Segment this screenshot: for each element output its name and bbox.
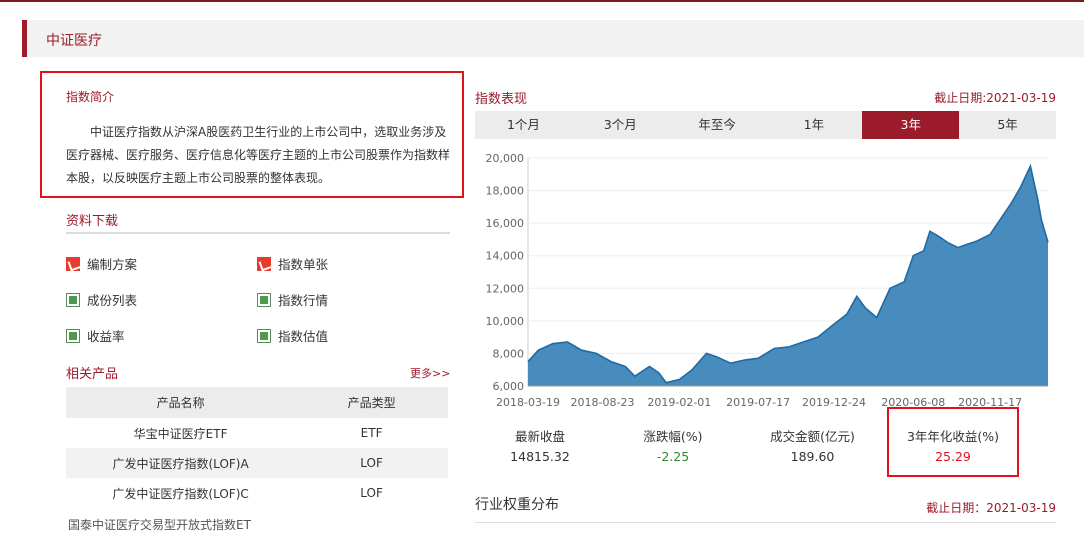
page-title: 中证医疗 bbox=[46, 33, 102, 49]
header-accent-bar bbox=[22, 20, 27, 57]
intro-text: 中证医疗指数从沪深A股医药卫生行业的上市公司中，选取业务涉及医疗器械、医疗服务、… bbox=[66, 125, 451, 185]
y-tick-label: 16,000 bbox=[486, 217, 525, 230]
y-tick-label: 14,000 bbox=[486, 250, 525, 263]
y-tick-label: 6,000 bbox=[493, 380, 525, 393]
y-tick-label: 10,000 bbox=[486, 315, 525, 328]
y-tick-label: 8,000 bbox=[493, 347, 525, 360]
stat-latest-close: 最新收盘 14815.32 bbox=[500, 426, 580, 464]
weights-as-of-date: 截止日期：2021-03-19 bbox=[926, 501, 1056, 515]
pdf-icon bbox=[257, 256, 271, 271]
table-row[interactable]: 广发中证医疗指数(LOF)C LOF bbox=[66, 478, 448, 508]
intro-heading: 指数简介 bbox=[66, 90, 115, 104]
excel-icon bbox=[66, 292, 80, 307]
more-products-link[interactable]: 更多>> bbox=[410, 365, 450, 381]
x-tick-label: 2019-07-17 bbox=[726, 396, 790, 409]
excel-icon bbox=[257, 292, 271, 307]
excel-icon bbox=[66, 328, 80, 343]
y-tick-label: 20,000 bbox=[486, 152, 525, 165]
download-label: 收益率 bbox=[87, 329, 125, 344]
top-border bbox=[0, 0, 1084, 2]
index-performance-chart: 6,000 8,000 10,000 12,000 14,000 16,000 18,000… bbox=[486, 152, 1049, 409]
stat-value: 189.60 bbox=[790, 449, 835, 464]
downloads-divider bbox=[66, 232, 450, 234]
tab-3-years[interactable]: 3年 bbox=[862, 111, 960, 139]
download-index-sheet[interactable]: 指数单张 bbox=[257, 254, 328, 273]
y-tick-label: 18,000 bbox=[486, 185, 525, 198]
tab-1-month[interactable]: 1个月 bbox=[475, 111, 572, 139]
product-name[interactable]: 广发中证医疗指数(LOF)C bbox=[66, 478, 295, 508]
pdf-icon bbox=[66, 256, 80, 271]
product-name[interactable]: 华宝中证医疗ETF bbox=[66, 418, 295, 448]
stat-label: 成交金额(亿元) bbox=[770, 429, 855, 444]
stat-value: 14815.32 bbox=[510, 449, 570, 464]
tab-ytd[interactable]: 年至今 bbox=[669, 111, 766, 139]
weights-divider bbox=[475, 522, 1056, 523]
download-label: 指数估值 bbox=[278, 329, 329, 344]
product-type: LOF bbox=[360, 486, 383, 500]
x-tick-label: 2019-12-24 bbox=[802, 396, 866, 409]
column-header-type: 产品类型 bbox=[295, 387, 448, 418]
page-header: 中证医疗 bbox=[22, 20, 1084, 57]
table-row[interactable]: 广发中证医疗指数(LOF)A LOF bbox=[66, 448, 448, 478]
stat-label: 涨跌幅(%) bbox=[643, 429, 703, 444]
download-compile-plan[interactable]: 编制方案 bbox=[66, 254, 137, 273]
downloads-heading: 资料下载 bbox=[66, 214, 119, 229]
stat-label: 最新收盘 bbox=[514, 429, 565, 444]
download-returns[interactable]: 收益率 bbox=[66, 326, 125, 345]
highlight-box bbox=[887, 407, 1019, 477]
product-type: ETF bbox=[360, 426, 383, 440]
download-label: 指数行情 bbox=[278, 293, 329, 308]
download-quotes[interactable]: 指数行情 bbox=[257, 290, 328, 309]
table-row[interactable]: 华宝中证医疗ETF ETF bbox=[66, 418, 448, 448]
product-type: LOF bbox=[295, 448, 448, 478]
performance-heading: 指数表现 bbox=[475, 92, 528, 107]
stat-value: -2.25 bbox=[656, 449, 690, 464]
stat-turnover: 成交金额(亿元) 189.60 bbox=[760, 426, 865, 464]
download-label: 编制方案 bbox=[87, 257, 138, 272]
download-label: 成份列表 bbox=[87, 293, 138, 308]
index-intro-box: 指数简介 中证医疗指数从沪深A股医药卫生行业的上市公司中，选取业务涉及医疗器械、… bbox=[40, 71, 464, 198]
products-heading: 相关产品 bbox=[66, 367, 119, 382]
download-valuation[interactable]: 指数估值 bbox=[257, 326, 328, 345]
industry-weights-heading: 行业权重分布 bbox=[475, 497, 559, 513]
tab-1-year[interactable]: 1年 bbox=[765, 111, 862, 139]
table-header-row: 产品名称 产品类型 bbox=[66, 387, 448, 418]
period-tabs: 1个月 3个月 年至今 1年 3年 5年 bbox=[475, 111, 1056, 139]
x-tick-label: 2019-02-01 bbox=[647, 396, 711, 409]
stat-change-pct: 涨跌幅(%) -2.25 bbox=[633, 426, 713, 464]
excel-icon bbox=[257, 328, 271, 343]
performance-as-of-date: 截止日期:2021-03-19 bbox=[934, 91, 1056, 105]
x-tick-label: 2018-03-19 bbox=[496, 396, 560, 409]
products-table: 产品名称 产品类型 华宝中证医疗ETF ETF 广发中证医疗指数(LOF)A L… bbox=[66, 387, 448, 508]
download-label: 指数单张 bbox=[278, 257, 329, 272]
product-name[interactable]: 广发中证医疗指数(LOF)A bbox=[66, 448, 296, 478]
x-tick-label: 2018-08-23 bbox=[571, 396, 635, 409]
column-header-name: 产品名称 bbox=[66, 387, 296, 418]
y-tick-label: 12,000 bbox=[486, 282, 525, 295]
download-constituents[interactable]: 成份列表 bbox=[66, 290, 137, 309]
tab-3-months[interactable]: 3个月 bbox=[572, 111, 669, 139]
tab-5-years[interactable]: 5年 bbox=[959, 111, 1056, 139]
